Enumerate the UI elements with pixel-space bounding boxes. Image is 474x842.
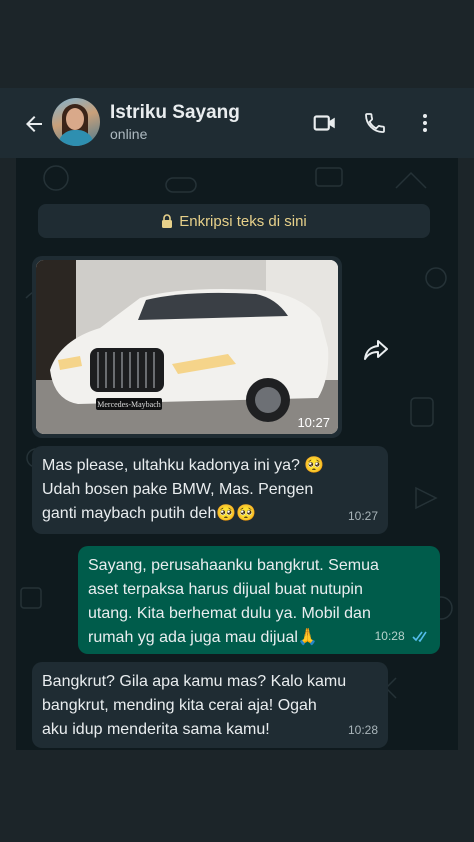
- forward-icon[interactable]: [356, 330, 396, 370]
- lock-icon: [161, 214, 173, 228]
- back-arrow-icon[interactable]: [20, 110, 48, 138]
- message-time-wrap: 10:28: [375, 624, 430, 648]
- message-time: 10:28: [347, 723, 378, 737]
- chat-header: Istriku Sayang online: [0, 88, 474, 158]
- encryption-notice[interactable]: Enkripsi teks di sini: [38, 204, 430, 238]
- message-time: 10:27: [347, 509, 378, 523]
- incoming-message[interactable]: Mas please, ultahku kadonya ini ya? 🥺 Ud…: [32, 446, 388, 534]
- image-message[interactable]: Mercedes-Maybach 10:27: [32, 256, 342, 438]
- encryption-notice-text: Enkripsi teks di sini: [179, 212, 307, 230]
- chat-area[interactable]: Enkripsi teks di sini Mercedes-Maybach 1…: [16, 158, 458, 750]
- message-text: Bangkrut? Gila apa kamu mas? Kalo kamu b…: [42, 673, 347, 738]
- more-vert-icon[interactable]: [410, 108, 440, 138]
- incoming-message[interactable]: Bangkrut? Gila apa kamu mas? Kalo kamu b…: [32, 662, 388, 748]
- outgoing-message[interactable]: Sayang, perusahaanku bangkrut. Semua ase…: [78, 546, 440, 654]
- chat-screen: Istriku Sayang online Enkripsi teks di s…: [0, 0, 474, 842]
- video-call-icon[interactable]: [310, 108, 340, 138]
- avatar-face: [66, 108, 84, 130]
- image-time: 10:27: [297, 415, 330, 430]
- svg-text:Mercedes-Maybach: Mercedes-Maybach: [97, 400, 161, 409]
- message-time: 10:28: [374, 629, 405, 643]
- phone-icon[interactable]: [360, 108, 390, 138]
- message-text: Mas please, ultahku kadonya ini ya? 🥺 Ud…: [42, 457, 325, 522]
- avatar[interactable]: [52, 98, 100, 146]
- avatar-shirt: [58, 130, 94, 146]
- car-photo[interactable]: Mercedes-Maybach 10:27: [36, 260, 338, 434]
- contact-name[interactable]: Istriku Sayang: [110, 102, 240, 124]
- contact-status: online: [110, 126, 148, 142]
- bottom-area: [0, 750, 474, 842]
- read-ticks-icon: [412, 631, 430, 643]
- car-illustration: Mercedes-Maybach: [36, 260, 338, 434]
